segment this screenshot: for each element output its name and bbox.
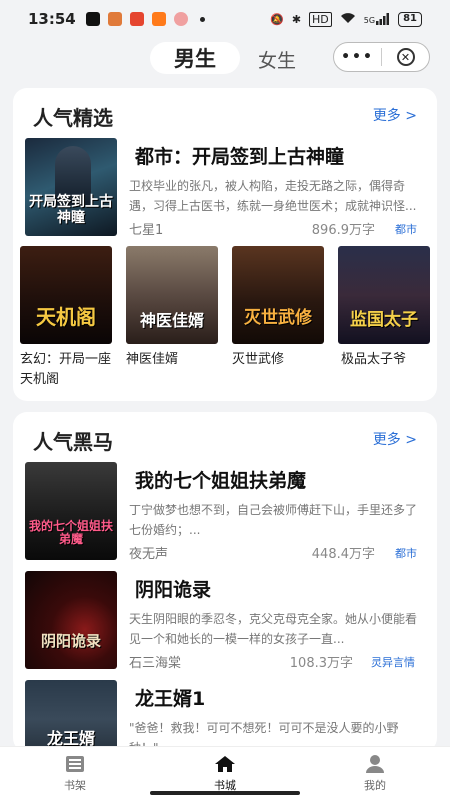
book-cover[interactable]: 阴阳诡录 xyxy=(25,571,117,669)
home-indicator[interactable] xyxy=(150,791,300,795)
gender-tabs: 男生 女生 ••• ✕ xyxy=(0,40,450,76)
nav-mine[interactable]: 我的 xyxy=(300,747,450,800)
close-miniapp-button[interactable]: ✕ xyxy=(382,43,429,71)
cover-title: 天机阁 xyxy=(36,305,96,329)
close-icon: ✕ xyxy=(396,48,415,66)
cover-title: 监国太子 xyxy=(350,310,418,331)
user-icon xyxy=(366,754,384,773)
status-indicators: 🔕 ✱ HD 5G 81 xyxy=(270,11,422,27)
more-link[interactable]: 更多 > xyxy=(373,429,417,449)
status-time: 13:54 xyxy=(28,10,76,28)
mute-icon: 🔕 xyxy=(270,12,284,26)
book-author: 夜无声 xyxy=(129,547,169,562)
miniapp-capsule: ••• ✕ xyxy=(333,42,430,72)
status-bar: 13:54 🔕 ✱ HD 5G 81 xyxy=(0,0,450,38)
cover-title: 神医佳婿 xyxy=(139,311,204,331)
app-icon xyxy=(151,12,166,26)
book-author: 石三海棠 xyxy=(129,656,182,671)
app-icon xyxy=(107,12,122,26)
book-title[interactable]: 我的七个姐姐扶弟魔 xyxy=(135,466,306,493)
bluetooth-icon: ✱ xyxy=(291,12,302,26)
popular-picks-section: 人气精选 更多 > 开局签到上古神瞳 都市：开局签到上古神瞳 卫校毕业的张凡，被… xyxy=(13,88,437,401)
cover-title: 我的七个姐姐扶弟魔 xyxy=(28,518,113,546)
tiktok-icon xyxy=(85,12,100,26)
book-cover[interactable]: 开局签到上古神瞳 xyxy=(25,138,117,236)
home-icon xyxy=(215,755,235,772)
book-cover[interactable]: 我的七个姐姐扶弟魔 xyxy=(25,462,117,560)
book-category-tag[interactable]: 都市 xyxy=(395,545,417,561)
book-category-tag[interactable]: 都市 xyxy=(395,221,417,237)
book-cover[interactable]: 神医佳婿 xyxy=(126,246,218,344)
book-cover[interactable]: 灭世武修 xyxy=(232,246,324,344)
signal-text: 5G xyxy=(363,16,376,25)
notification-dot-icon xyxy=(199,16,205,22)
wifi-icon xyxy=(340,12,356,27)
book-title[interactable]: 都市：开局签到上古神瞳 xyxy=(135,142,344,169)
app-icon xyxy=(129,12,144,26)
more-dots-icon: ••• xyxy=(341,49,374,65)
more-options-button[interactable]: ••• xyxy=(334,43,381,71)
bookshelf-icon xyxy=(66,755,84,772)
app-icon xyxy=(173,12,188,26)
book-title[interactable]: 神医佳婿 xyxy=(126,350,222,370)
nav-label: 我的 xyxy=(364,778,386,792)
tab-female[interactable]: 女生 xyxy=(258,46,296,73)
cover-title: 阴阳诡录 xyxy=(40,631,101,650)
book-word-count: 108.3万字 xyxy=(289,656,353,671)
book-cover[interactable]: 监国太子 xyxy=(338,246,430,344)
book-author: 七星1 xyxy=(129,223,164,238)
book-description: 天生阴阳眼的季忍冬，克父克母克全家。她从小便能看见一个和她长的一模一样的女孩子一… xyxy=(129,612,418,646)
book-word-count: 448.4万字 xyxy=(311,547,375,562)
book-description: 卫校毕业的张凡，被人构陷，走投无路之际，偶得奇遇，习得上古医书，练就一身绝世医术… xyxy=(129,179,417,213)
battery-icon: 81 xyxy=(398,11,422,27)
section-title: 人气精选 xyxy=(33,106,113,130)
signal-icon: 5G xyxy=(364,13,390,25)
book-category-tag[interactable]: 灵异言情 xyxy=(371,654,415,670)
book-title[interactable]: 玄幻：开局一座天机阁 xyxy=(20,350,116,390)
nav-label: 书架 xyxy=(64,778,86,792)
cover-title: 灭世武修 xyxy=(244,308,312,329)
book-word-count: 896.9万字 xyxy=(311,223,375,238)
book-cover[interactable]: 龙王婿 xyxy=(25,680,117,752)
nav-shelf[interactable]: 书架 xyxy=(0,747,150,800)
popular-dark-horse-section: 人气黑马 更多 > 我的七个姐姐扶弟魔 我的七个姐姐扶弟魔 丁宁做梦也想不到，自… xyxy=(13,412,437,752)
hd-icon: HD xyxy=(309,11,332,27)
cover-title: 开局签到上古神瞳 xyxy=(29,194,113,226)
more-link[interactable]: 更多 > xyxy=(373,105,417,125)
book-title[interactable]: 阴阳诡录 xyxy=(135,575,211,602)
book-description: 丁宁做梦也想不到，自己会被师傅赶下山，手里还多了七份婚约；... xyxy=(129,503,418,537)
book-title[interactable]: 灭世武修 xyxy=(232,350,328,370)
book-title[interactable]: 极品太子爷 xyxy=(341,350,437,370)
tab-male[interactable]: 男生 xyxy=(150,42,240,74)
section-title: 人气黑马 xyxy=(33,430,113,454)
book-title[interactable]: 龙王婿1 xyxy=(135,684,205,711)
book-cover[interactable]: 天机阁 xyxy=(20,246,112,344)
